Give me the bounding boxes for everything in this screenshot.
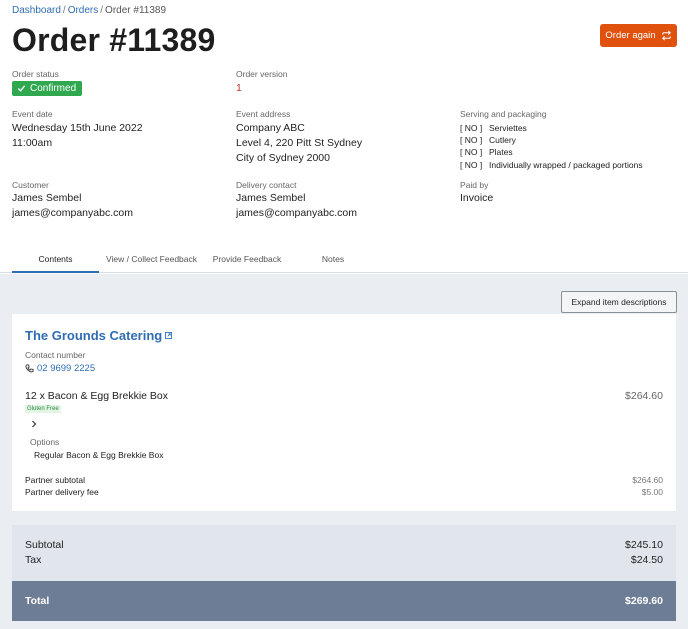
item-price: $264.60 [625,390,663,402]
event-date: Wednesday 15th June 2022 [12,122,143,134]
options-label: Options [30,437,60,447]
serving-label: Serving and packaging [460,109,547,119]
option-value: Regular Bacon & Egg Brekkie Box [34,450,164,460]
delivery-contact-name: James Sembel [236,192,306,204]
paid-by-value: Invoice [460,192,494,204]
breadcrumb-orders[interactable]: Orders [68,5,99,16]
customer-name: James Sembel [12,192,82,204]
event-address-value: Company ABC Level 4, 220 Pitt St Sydney … [236,121,362,166]
supplier-name-link[interactable]: The Grounds Catering [25,328,173,343]
order-version-value: 1 [236,82,242,94]
serving-flag: [ NO ] [460,135,483,146]
order-status-label: Order status [12,69,59,79]
tab-provide-feedback[interactable]: Provide Feedback [206,254,288,264]
supplier-card: The Grounds Catering Contact number 02 9… [12,314,676,511]
phone-number: 02 9699 2225 [37,363,96,374]
serving-flag: [ NO ] [460,123,483,133]
serving-flag: [ NO ] [460,159,483,170]
event-time: 11:00am [12,137,53,149]
serving-item: [ NO ] Serviettes [460,122,643,134]
delivery-contact-email: james@companyabc.com [236,207,357,219]
serving-flag: [ NO ] [460,147,483,158]
external-link-icon [165,332,173,339]
expand-item-descriptions-button[interactable]: Expand item descriptions [561,291,677,313]
breadcrumb-current: Order #11389 [105,5,167,16]
customer-label: Customer [12,180,49,190]
serving-name: Cutlery [489,135,516,146]
serving-item: [ NO ] Individually wrapped / packaged po… [460,159,643,171]
tax-label: Tax [25,554,42,566]
totals-panel: Subtotal $245.10 Tax $24.50 [12,525,676,581]
order-again-button[interactable]: Order again [600,24,677,47]
tab-contents[interactable]: Contents [12,254,99,264]
tab-notes[interactable]: Notes [298,254,368,264]
subtotal-value: $245.10 [625,539,663,551]
event-date-value: Wednesday 15th June 2022 11:00am [12,121,143,151]
delivery-contact-value: James Sembel james@companyabc.com [236,191,357,221]
chevron-right-icon[interactable] [30,420,38,428]
tab-view-collect-feedback[interactable]: View / Collect Feedback [103,254,200,264]
event-date-label: Event date [12,109,53,119]
phone-icon [25,364,34,373]
status-badge: Confirmed [12,81,83,96]
partner-delivery-label: Partner delivery fee [25,487,99,497]
serving-name: Individually wrapped / packaged portions [489,159,643,170]
address-line: Level 4, 220 Pitt St Sydney [236,137,363,149]
total-bar: Total $269.60 [12,581,676,621]
contact-number-label: Contact number [25,350,86,360]
partner-subtotal-value: $264.60 [632,475,663,485]
delivery-contact-label: Delivery contact [236,180,297,190]
phone-link[interactable]: 02 9699 2225 [25,363,95,374]
partner-subtotal-label: Partner subtotal [25,475,86,485]
subtotal-label: Subtotal [25,539,64,551]
partner-delivery-value: $5.00 [641,487,663,497]
customer-email: james@companyabc.com [12,207,133,219]
serving-name: Plates [489,147,513,158]
breadcrumb-dashboard[interactable]: Dashboard [12,5,61,16]
serving-item: [ NO ] Plates [460,146,643,158]
serving-list: [ NO ] Serviettes [ NO ] Cutlery [ NO ] Pla… [460,122,643,171]
serving-name: Serviettes [489,123,527,133]
status-badge-text: Confirmed [30,83,77,94]
item-name: 12 x Bacon & Egg Brekkie Box [25,390,168,402]
customer-value: James Sembel james@companyabc.com [12,191,133,221]
tab-bar: Contents View / Collect Feedback Provide… [0,249,688,273]
supplier-name: The Grounds Catering [25,328,163,343]
dietary-tag: Gluten Free [25,405,61,413]
total-value: $269.60 [625,595,663,607]
repeat-icon [661,30,671,41]
active-tab-indicator [12,271,99,273]
breadcrumb: Dashboard / Orders / Order #11389 [12,5,167,16]
address-line: City of Sydney 2000 [236,152,330,164]
check-icon [17,85,26,92]
order-again-label: Order again [605,30,656,41]
event-address-label: Event address [236,109,291,119]
page-title: Order #11389 [12,22,216,58]
order-version-label: Order version [236,69,288,79]
address-line: Company ABC [236,122,305,134]
paid-by-label: Paid by [460,180,489,190]
tax-value: $24.50 [630,554,663,566]
total-label: Total [25,595,50,607]
serving-item: [ NO ] Cutlery [460,134,643,146]
